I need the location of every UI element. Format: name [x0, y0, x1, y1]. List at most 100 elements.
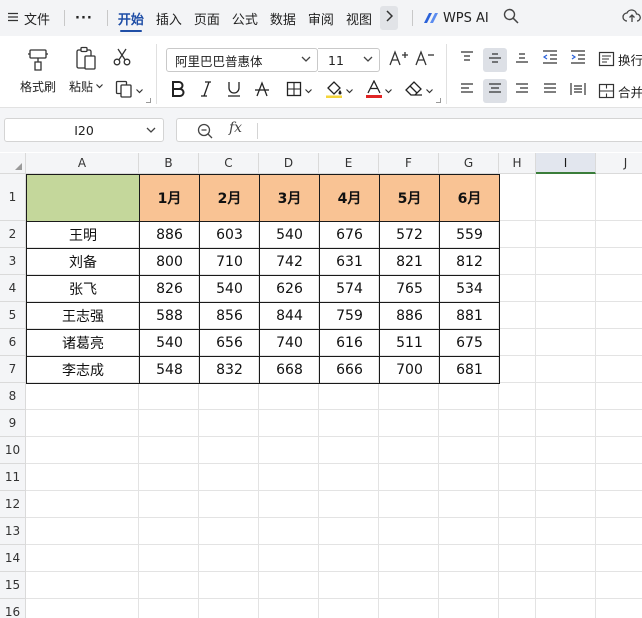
font-name-select[interactable]: 阿里巴巴普惠体 — [166, 48, 318, 72]
cell-j12[interactable] — [596, 491, 642, 518]
cell-c9[interactable] — [199, 410, 259, 437]
row-header-2[interactable]: 2 — [0, 221, 26, 248]
row-header-10[interactable]: 10 — [0, 437, 26, 464]
cell-g16[interactable] — [439, 599, 499, 618]
zoom-icon[interactable] — [197, 123, 213, 143]
cell-i4[interactable] — [536, 275, 596, 302]
cell-f16[interactable] — [379, 599, 439, 618]
search-button[interactable] — [503, 0, 519, 36]
value-cell[interactable]: 666 — [319, 356, 380, 384]
cell-i6[interactable] — [536, 329, 596, 356]
cloud-upload-button[interactable] — [622, 0, 642, 36]
tab-insert[interactable]: 插入 — [156, 0, 182, 36]
cell-b9[interactable] — [139, 410, 199, 437]
font-color-button[interactable] — [362, 79, 396, 102]
cell-a9[interactable] — [26, 410, 139, 437]
cell-g8[interactable] — [439, 383, 499, 410]
cell-a8[interactable] — [26, 383, 139, 410]
name-box[interactable]: I20 — [4, 118, 164, 142]
name-cell[interactable]: 李志成 — [26, 356, 140, 384]
value-cell[interactable]: 631 — [319, 248, 380, 276]
value-cell[interactable]: 881 — [439, 302, 500, 330]
cell-i10[interactable] — [536, 437, 596, 464]
cell-e10[interactable] — [319, 437, 379, 464]
cell-j6[interactable] — [596, 329, 642, 356]
cell-f12[interactable] — [379, 491, 439, 518]
column-header-d[interactable]: D — [259, 153, 319, 174]
value-cell[interactable]: 710 — [199, 248, 260, 276]
cell-i2[interactable] — [536, 221, 596, 248]
cell-f14[interactable] — [379, 545, 439, 572]
value-cell[interactable]: 844 — [259, 302, 320, 330]
row-header-11[interactable]: 11 — [0, 464, 26, 491]
cell-h6[interactable] — [499, 329, 536, 356]
cell-h4[interactable] — [499, 275, 536, 302]
file-menu[interactable]: 文件 — [8, 0, 50, 36]
font-size-select[interactable]: 11 — [318, 48, 380, 72]
cell-a14[interactable] — [26, 545, 139, 572]
column-header-a[interactable]: A — [26, 153, 139, 174]
cell-c10[interactable] — [199, 437, 259, 464]
value-cell[interactable]: 886 — [139, 221, 200, 249]
tab-view[interactable]: 视图 — [346, 0, 372, 36]
month-header-cell[interactable]: 4月 — [319, 174, 380, 222]
cell-b10[interactable] — [139, 437, 199, 464]
cell-h12[interactable] — [499, 491, 536, 518]
cell-e15[interactable] — [319, 572, 379, 599]
row-header-3[interactable]: 3 — [0, 248, 26, 275]
value-cell[interactable]: 540 — [199, 275, 260, 303]
cell-i8[interactable] — [536, 383, 596, 410]
cell-d15[interactable] — [259, 572, 319, 599]
cell-d13[interactable] — [259, 518, 319, 545]
cell-i3[interactable] — [536, 248, 596, 275]
more-menu-button[interactable]: ··· — [75, 0, 93, 36]
insert-function-icon[interactable]: fx — [229, 120, 242, 136]
value-cell[interactable]: 511 — [379, 329, 440, 357]
cell-h15[interactable] — [499, 572, 536, 599]
value-cell[interactable]: 800 — [139, 248, 200, 276]
value-cell[interactable]: 700 — [379, 356, 440, 384]
value-cell[interactable]: 540 — [259, 221, 320, 249]
cell-g13[interactable] — [439, 518, 499, 545]
cell-a10[interactable] — [26, 437, 139, 464]
value-cell[interactable]: 559 — [439, 221, 500, 249]
value-cell[interactable]: 681 — [439, 356, 500, 384]
name-cell[interactable]: 张飞 — [26, 275, 140, 303]
value-cell[interactable]: 548 — [139, 356, 200, 384]
cell-h11[interactable] — [499, 464, 536, 491]
cell-g14[interactable] — [439, 545, 499, 572]
cell-g11[interactable] — [439, 464, 499, 491]
format-painter-button[interactable]: 格式刷 — [18, 44, 58, 95]
cell-e9[interactable] — [319, 410, 379, 437]
column-header-i[interactable]: I — [536, 153, 596, 174]
cell-i16[interactable] — [536, 599, 596, 618]
cell-g10[interactable] — [439, 437, 499, 464]
value-cell[interactable]: 574 — [319, 275, 380, 303]
value-cell[interactable]: 759 — [319, 302, 380, 330]
cell-c12[interactable] — [199, 491, 259, 518]
cell-i11[interactable] — [536, 464, 596, 491]
fill-color-button[interactable] — [322, 80, 356, 102]
value-cell[interactable]: 812 — [439, 248, 500, 276]
cell-j11[interactable] — [596, 464, 642, 491]
cell-d16[interactable] — [259, 599, 319, 618]
value-cell[interactable]: 534 — [439, 275, 500, 303]
tab-review[interactable]: 审阅 — [308, 0, 334, 36]
wrap-text-button[interactable]: 换行 — [598, 48, 642, 70]
cell-d11[interactable] — [259, 464, 319, 491]
cell-a13[interactable] — [26, 518, 139, 545]
tab-formula[interactable]: 公式 — [232, 0, 258, 36]
cell-e16[interactable] — [319, 599, 379, 618]
strikethrough-button[interactable] — [252, 80, 272, 102]
cell-h9[interactable] — [499, 410, 536, 437]
cell-j3[interactable] — [596, 248, 642, 275]
align-left-button[interactable] — [456, 80, 478, 102]
cell-f11[interactable] — [379, 464, 439, 491]
cell-i15[interactable] — [536, 572, 596, 599]
cell-h13[interactable] — [499, 518, 536, 545]
cell-a16[interactable] — [26, 599, 139, 618]
row-header-14[interactable]: 14 — [0, 545, 26, 572]
cell-c11[interactable] — [199, 464, 259, 491]
row-header-4[interactable]: 4 — [0, 275, 26, 302]
cell-h10[interactable] — [499, 437, 536, 464]
